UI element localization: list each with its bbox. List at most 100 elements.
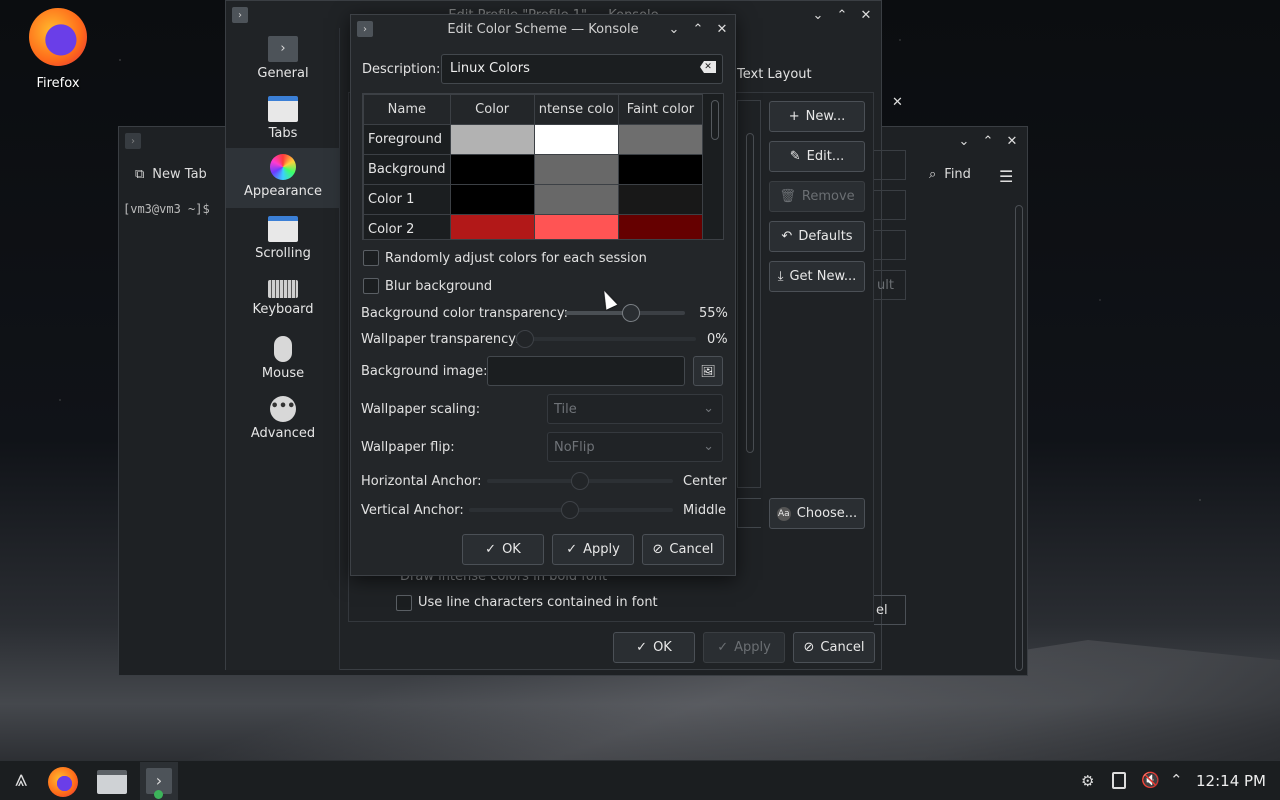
color-swatch-color[interactable]: [449, 124, 535, 155]
sidebar-item-general[interactable]: › General: [226, 30, 340, 90]
h-anchor-label: Horizontal Anchor:: [361, 474, 482, 489]
line-characters-checkbox[interactable]: [396, 595, 412, 611]
dialog-ok-button[interactable]: ✓ OK: [462, 534, 544, 565]
taskbar-firefox-icon[interactable]: [48, 767, 78, 797]
table-row[interactable]: Background: [363, 154, 704, 185]
defaults-button[interactable]: ↶ Defaults: [769, 221, 865, 252]
wp-scaling-combo[interactable]: Tile ⌄: [547, 394, 723, 424]
table-row[interactable]: Color 2: [363, 214, 704, 239]
close-icon[interactable]: ✕: [1003, 132, 1021, 150]
color-scheme-scrollbar[interactable]: [746, 133, 754, 453]
color-swatch-faint[interactable]: [617, 214, 704, 239]
tray-expand-icon[interactable]: ⌃: [1170, 771, 1183, 789]
find-button[interactable]: ⌕ Find: [929, 167, 971, 182]
wp-transparency-handle[interactable]: [516, 330, 534, 348]
wp-flip-label: Wallpaper flip:: [361, 440, 455, 455]
maximize-icon[interactable]: ⌃: [979, 132, 997, 150]
wp-flip-combo[interactable]: NoFlip ⌄: [547, 432, 723, 462]
bg-image-input[interactable]: [487, 356, 685, 386]
color-swatch-color[interactable]: [449, 214, 535, 239]
close-icon[interactable]: ✕: [857, 6, 875, 24]
h-anchor-value: Center: [683, 474, 727, 489]
dialog-cancel-button[interactable]: ⊘ Cancel: [642, 534, 724, 565]
edit-scheme-button[interactable]: ✎ Edit...: [769, 141, 865, 172]
dialog-titlebar[interactable]: › Edit Color Scheme — Konsole ⌄ ⌃ ✕: [351, 15, 735, 43]
new-tab-button[interactable]: ⧉ New Tab: [135, 167, 207, 182]
tab-text-layout[interactable]: Text Layout: [737, 67, 812, 82]
get-new-button[interactable]: ⤓ Get New...: [769, 261, 865, 292]
sidebar-item-appearance[interactable]: Appearance: [226, 148, 340, 208]
network-icon[interactable]: ⚙: [1081, 772, 1094, 790]
maximize-icon[interactable]: ⌃: [833, 6, 851, 24]
browse-image-button[interactable]: 🖼: [693, 356, 723, 386]
column-header-color[interactable]: Color: [449, 94, 535, 125]
color-swatch-color[interactable]: [449, 184, 535, 215]
choose-font-button[interactable]: Aa Choose...: [769, 498, 865, 529]
new-scheme-button[interactable]: + New...: [769, 101, 865, 132]
close-icon[interactable]: ✕: [892, 95, 903, 110]
random-colors-checkbox[interactable]: [363, 250, 379, 266]
partial-cancel-button[interactable]: el: [874, 595, 906, 625]
app-launcher-icon[interactable]: ⩓: [6, 767, 36, 795]
profile-apply-button[interactable]: ✓ Apply: [703, 632, 785, 663]
sidebar-item-mouse[interactable]: Mouse: [226, 330, 340, 390]
color-table[interactable]: Name Color ntense colo Faint color Foreg…: [362, 93, 724, 240]
plus-icon: +: [788, 109, 800, 124]
profile-cancel-button[interactable]: ⊘ Cancel: [793, 632, 875, 663]
volume-muted-icon[interactable]: 🔇: [1141, 771, 1160, 789]
clipboard-icon[interactable]: [1112, 772, 1126, 789]
search-icon: ⌕: [929, 167, 937, 182]
minimize-icon[interactable]: ⌄: [665, 20, 683, 38]
tabs-icon: [268, 96, 298, 122]
bg-transparency-handle[interactable]: [622, 304, 640, 322]
h-anchor-handle[interactable]: [571, 472, 589, 490]
maximize-icon[interactable]: ⌃: [689, 20, 707, 38]
hamburger-menu-icon[interactable]: ☰: [999, 167, 1013, 186]
sidebar-item-advanced[interactable]: ••• Advanced: [226, 390, 340, 450]
profile-ok-button[interactable]: ✓ OK: [613, 632, 695, 663]
wp-transparency-slider[interactable]: [518, 337, 696, 341]
font-field[interactable]: [737, 498, 761, 528]
table-row[interactable]: Foreground: [363, 124, 704, 155]
cancel-icon: ⊘: [652, 542, 664, 557]
dialog-apply-button[interactable]: ✓ Apply: [552, 534, 634, 565]
color-swatch-intense[interactable]: [533, 154, 619, 185]
wp-scaling-label: Wallpaper scaling:: [361, 402, 481, 417]
remove-scheme-button[interactable]: 🗑 Remove: [769, 181, 865, 212]
color-swatch-faint[interactable]: [617, 154, 704, 185]
minimize-icon[interactable]: ⌄: [809, 6, 827, 24]
clear-text-icon[interactable]: ✕: [700, 61, 716, 73]
column-header-name[interactable]: Name: [363, 94, 451, 125]
blur-background-checkbox[interactable]: [363, 278, 379, 294]
taskbar: ⩓ › ⚙ 🔇 ⌃ 12:14 PM: [0, 760, 1280, 800]
desktop-icon-firefox[interactable]: Firefox: [22, 8, 94, 91]
close-icon[interactable]: ✕: [713, 20, 731, 38]
cancel-icon: ⊘: [803, 640, 815, 655]
partial-default-button[interactable]: ult: [874, 270, 906, 300]
color-swatch-color[interactable]: [449, 154, 535, 185]
v-anchor-handle[interactable]: [561, 501, 579, 519]
terminal-prompt[interactable]: [vm3@vm3 ~]$: [123, 202, 210, 216]
color-table-scrollbar[interactable]: [711, 100, 719, 140]
partial-field: [874, 190, 906, 220]
column-header-intense[interactable]: ntense colo: [533, 94, 619, 125]
table-row[interactable]: Color 1: [363, 184, 704, 215]
v-anchor-label: Vertical Anchor:: [361, 503, 464, 518]
color-swatch-faint[interactable]: [617, 184, 704, 215]
color-swatch-faint[interactable]: [617, 124, 704, 155]
color-name-cell: Foreground: [363, 124, 451, 155]
clock[interactable]: 12:14 PM: [1196, 772, 1266, 790]
color-swatch-intense[interactable]: [533, 124, 619, 155]
more-icon: •••: [270, 396, 296, 422]
column-header-faint[interactable]: Faint color: [617, 94, 704, 125]
color-swatch-intense[interactable]: [533, 214, 619, 239]
taskbar-files-icon[interactable]: [97, 770, 127, 794]
description-input[interactable]: Linux Colors ✕: [441, 54, 723, 84]
terminal-scrollbar[interactable]: [1015, 205, 1023, 671]
sidebar-item-scrolling[interactable]: Scrolling: [226, 210, 340, 270]
minimize-icon[interactable]: ⌄: [955, 132, 973, 150]
sidebar-item-tabs[interactable]: Tabs: [226, 90, 340, 150]
color-swatch-intense[interactable]: [533, 184, 619, 215]
taskbar-konsole-icon[interactable]: ›: [140, 762, 178, 800]
sidebar-item-keyboard[interactable]: Keyboard: [226, 270, 340, 330]
